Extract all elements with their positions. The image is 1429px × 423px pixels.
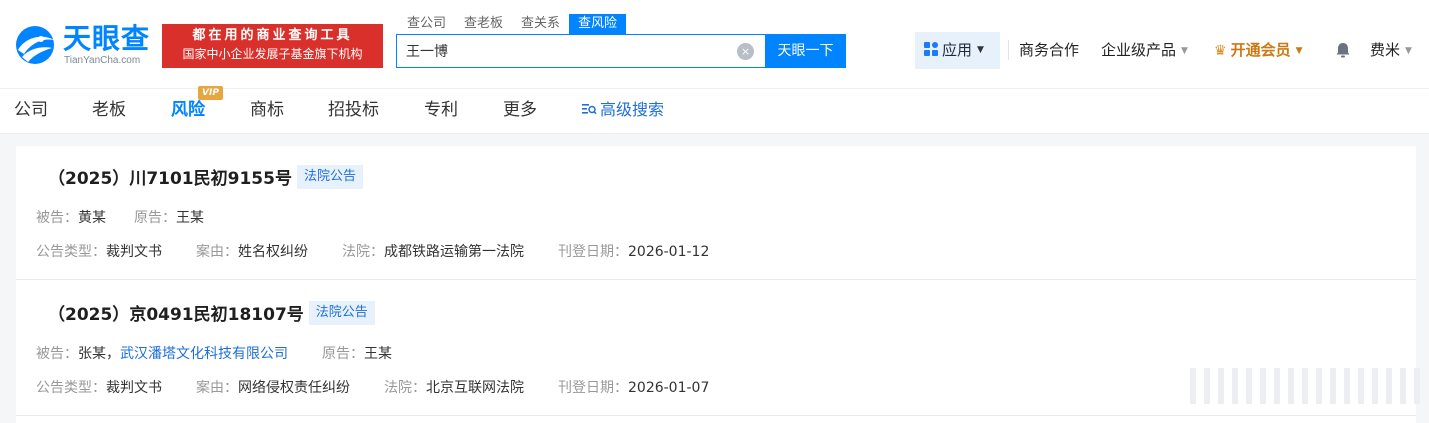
details-row: 公告类型：裁判文书 案由：网络侵权责任纠纷 法院：北京互联网法院 刊登日期：2026-… [36,378,709,398]
search-tab-risk[interactable]: 查风险 [569,14,627,34]
slogan-line-2: 国家中小企业发展子基金旗下机构 [182,47,363,61]
parties-row: 被告：黄某 原告：王某 [36,208,204,228]
case-number-title[interactable]: （2025）京0491民初18107号 法院公告 [48,301,375,328]
logo-eye-icon [16,26,54,64]
apps-menu-button[interactable]: 应用 ▼ [915,32,1000,69]
notice-type-value: 裁判文书 [106,380,162,396]
advanced-search-link[interactable]: 高级搜索 [581,99,664,121]
court-value: 成都铁路运输第一法院 [384,244,524,260]
plaintiff-value: 王某 [176,210,204,226]
advanced-search-label: 高级搜索 [600,100,665,119]
nav-tab-bidding[interactable]: 招投标 [328,99,379,121]
business-cooperation-link[interactable]: 商务合作 [1019,40,1079,60]
publish-date-label: 刊登日期： [558,244,628,260]
top-header: 天眼查 TianYanCha.com 都在用的商业查询工具 国家中小企业发展子基… [0,0,1429,88]
case-cause-value: 姓名权纠纷 [238,244,308,260]
open-vip-label: 开通会员 [1230,41,1291,59]
nav-tab-boss[interactable]: 老板 [92,99,126,121]
page: 天眼查 TianYanCha.com 都在用的商业查询工具 国家中小企业发展子基… [0,0,1429,423]
chevron-down-icon: ▼ [1295,45,1303,56]
defendant-company-link[interactable]: 武汉潘塔文化科技有限公司 [120,346,288,362]
chevron-down-icon: ▼ [977,45,984,55]
publish-date-value: 2026-01-07 [628,380,710,396]
crown-icon: ♛ [1214,43,1227,59]
header-divider [1008,40,1009,60]
user-name: 费米 [1370,41,1401,59]
plaintiff-label: 原告： [322,346,364,362]
defendant-value: 张某， [78,346,120,362]
plaintiff-value: 王某 [364,346,392,362]
publish-date-label: 刊登日期： [558,380,628,396]
tianyancha-logo[interactable]: 天眼查 TianYanCha.com [12,22,154,70]
case-number: （2025）川7101民初9155号 [48,169,292,189]
chevron-down-icon: ▼ [1181,45,1188,56]
user-menu[interactable]: 费米 ▼ [1370,40,1412,61]
enterprise-products-menu[interactable]: 企业级产品 ▼ [1101,40,1188,61]
details-row: 公告类型：裁判文书 案由：姓名权纠纷 法院：成都铁路运输第一法院 刊登日期：2026-… [36,242,709,262]
notice-type-tag: 法院公告 [296,165,363,189]
notice-type-value: 裁判文书 [106,244,162,260]
publish-date-value: 2026-01-12 [628,244,710,260]
court-label: 法院： [342,244,384,260]
court-value: 北京互联网法院 [426,380,524,396]
search-tab-company[interactable]: 查公司 [398,14,455,34]
search-tab-relation[interactable]: 查关系 [512,14,569,34]
apps-label: 应用 [942,41,973,59]
defendant-label: 被告： [36,210,78,226]
nav-tab-risk[interactable]: 风险 [171,99,205,121]
bell-icon[interactable] [1334,41,1352,59]
case-number: （2025）京0491民初18107号 [48,305,304,325]
search-input[interactable] [406,35,726,67]
filter-search-icon [582,104,597,115]
notice-type-label: 公告类型： [36,244,106,260]
vip-badge: VIP [198,86,223,100]
nav-tab-patent[interactable]: 专利 [424,99,458,121]
clear-icon[interactable]: × [737,43,754,60]
chevron-down-icon: ▼ [1405,45,1412,56]
parties-row: 被告：张某，武汉潘塔文化科技有限公司 原告：王某 [36,344,392,364]
nav-tab-trademark[interactable]: 商标 [250,99,284,121]
nav-tab-more[interactable]: 更多 [503,99,537,121]
case-cause-label: 案由： [196,380,238,396]
apps-grid-icon [924,41,939,57]
nav-tab-company[interactable]: 公司 [14,99,48,121]
case-cause-value: 网络侵权责任纠纷 [238,380,350,396]
search-box: × [396,34,766,68]
logo-text: 天眼查 [63,22,151,55]
defendant-value: 黄某 [78,210,106,226]
logo-domain: TianYanCha.com [64,55,141,66]
defendant-label: 被告： [36,346,78,362]
enterprise-products-label: 企业级产品 [1101,41,1177,59]
court-label: 法院： [384,380,426,396]
case-cause-label: 案由： [196,244,238,260]
slogan-banner: 都在用的商业查询工具 国家中小企业发展子基金旗下机构 [162,24,383,68]
open-vip-menu[interactable]: ♛ 开通会员 ▼ [1214,40,1303,61]
watermark-stripes [1190,368,1420,404]
court-notice-card[interactable]: （2025）川7101民初9155号 法院公告 被告：黄某 原告：王某 公告类型：裁… [16,146,1416,280]
search-button[interactable]: 天眼一下 [765,34,846,68]
case-number-title[interactable]: （2025）川7101民初9155号 法院公告 [48,165,363,192]
slogan-line-1: 都在用的商业查询工具 [192,28,353,43]
search-tab-boss[interactable]: 查老板 [455,14,512,34]
search-type-tabs: 查公司 查老板 查关系 查风险 [398,14,627,34]
plaintiff-label: 原告： [134,210,176,226]
notice-type-label: 公告类型： [36,380,106,396]
notice-type-tag: 法院公告 [308,301,375,325]
